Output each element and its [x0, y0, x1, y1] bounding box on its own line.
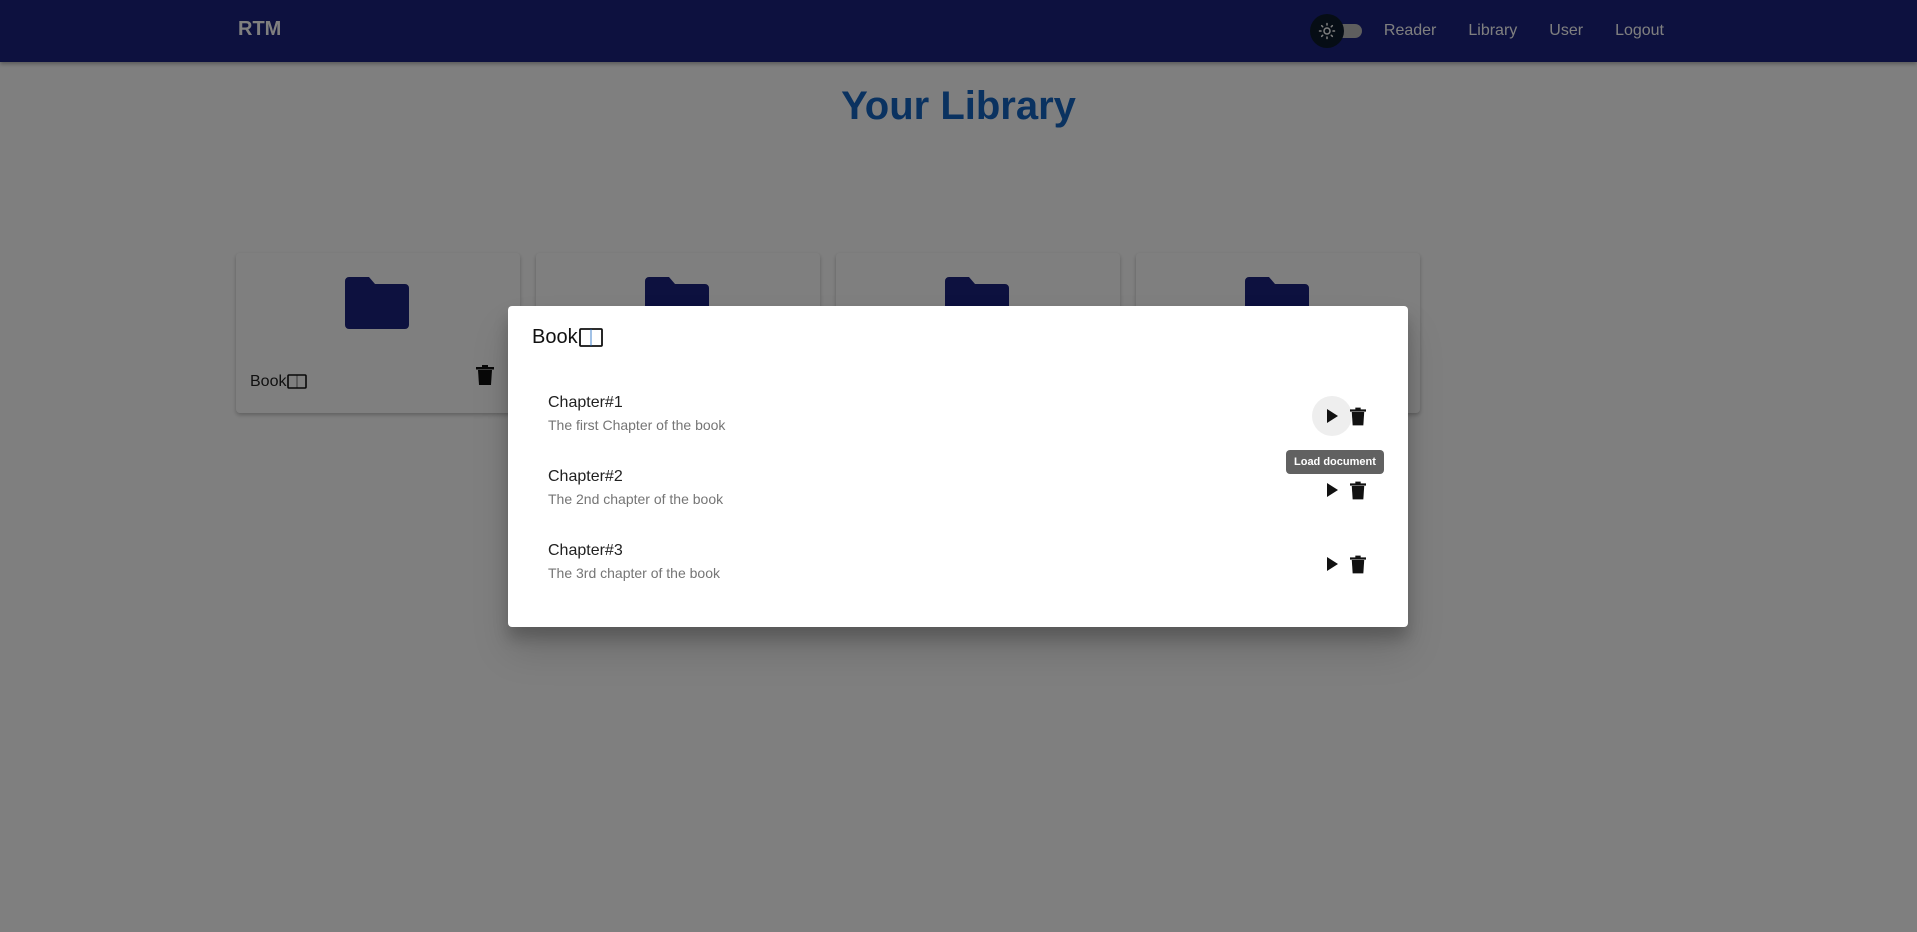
dialog-title: Book	[532, 326, 603, 349]
tooltip: Load document	[1286, 450, 1384, 474]
chapter-title: Chapter#2	[548, 468, 623, 485]
chapter-description: The first Chapter of the book	[548, 417, 726, 433]
chapter-item[interactable]: Chapter#3 The 3rd chapter of the book	[548, 542, 1368, 602]
chapter-description: The 3rd chapter of the book	[548, 565, 720, 581]
chapter-description: The 2nd chapter of the book	[548, 491, 724, 507]
trash-icon	[1350, 555, 1366, 573]
play-icon	[1327, 483, 1338, 497]
chapters-dialog: Book Chapter#1 The first Chapter of the …	[508, 306, 1408, 627]
delete-chapter-button[interactable]	[1344, 402, 1372, 430]
chapter-item[interactable]: Chapter#1 The first Chapter of the book	[548, 394, 1368, 454]
chapter-item[interactable]: Chapter#2 The 2nd chapter of the book	[548, 468, 1368, 528]
delete-chapter-button[interactable]	[1344, 550, 1372, 578]
book-icon	[578, 327, 603, 347]
dialog-title-text: Book	[532, 326, 578, 348]
chapter-title: Chapter#3	[548, 542, 623, 559]
trash-icon	[1350, 481, 1366, 499]
play-icon	[1327, 409, 1338, 423]
chapter-title: Chapter#1	[548, 394, 623, 411]
trash-icon	[1350, 407, 1366, 425]
play-icon	[1327, 557, 1338, 571]
delete-chapter-button[interactable]	[1344, 476, 1372, 504]
